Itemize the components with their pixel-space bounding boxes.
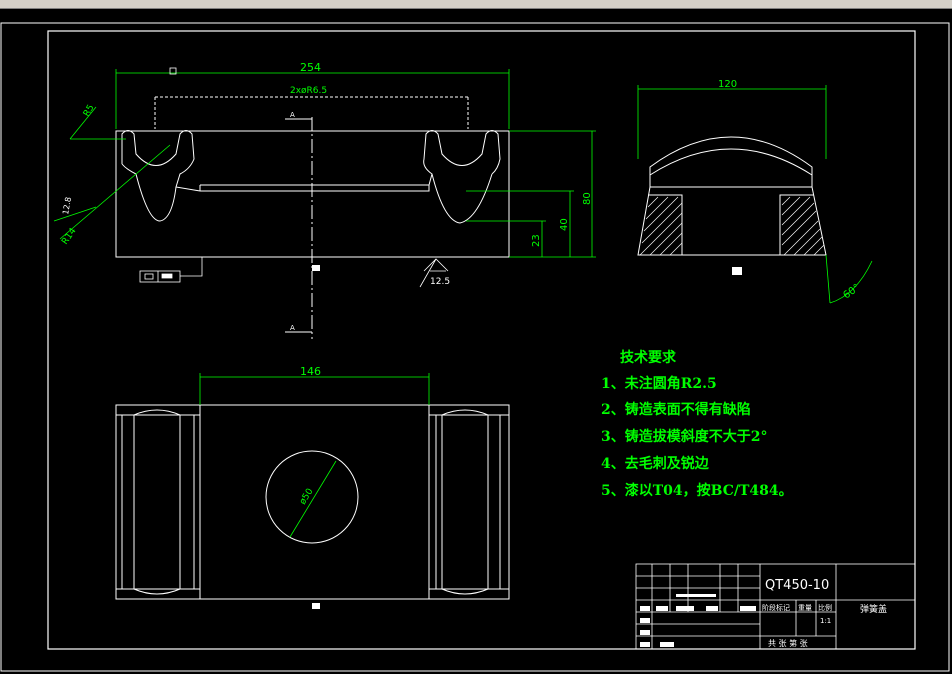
dim-overall-width: 254 [300, 61, 321, 74]
inner-frame [47, 30, 916, 650]
dim-fillet: R5 [82, 103, 97, 118]
view-label-side [732, 267, 742, 275]
front-view: A A [115, 96, 510, 339]
tech-req-item-1: 1、未注圆角R2.5 [601, 375, 717, 392]
tech-req-item-2: 2、铸造表面不得有缺陷 [601, 401, 751, 418]
dim-side-angle: 60° [841, 282, 862, 301]
title-block-fills [640, 594, 756, 647]
tech-req-title: 技术要求 [620, 349, 677, 366]
title-weight-label: 重量 [798, 604, 812, 612]
side-view [637, 136, 827, 256]
dim-height-mid: 40 [559, 218, 570, 231]
side-view-hatching [639, 196, 825, 256]
dim-chamfer-b: R14 [60, 226, 79, 246]
datum-feature-frame [139, 257, 203, 283]
title-part-name: 弹簧盖 [860, 603, 887, 615]
window-toolbar-strip [0, 0, 952, 9]
title-scale-value: 1:1 [820, 617, 831, 625]
dim-chamfer-a: 12.8 [61, 196, 73, 215]
dim-height-low: 23 [531, 234, 542, 247]
title-sheets: 共 张 第 张 [768, 638, 808, 648]
svg-text:A: A [290, 324, 295, 332]
dim-slot-spacing: 2xøR6.5 [290, 86, 327, 96]
view-label-top [312, 603, 320, 609]
title-scale-label: 比例 [818, 603, 832, 612]
view-label-front [312, 265, 320, 271]
tech-req-item-3: 3、铸造拔模斜度不大于2° [601, 428, 767, 445]
top-view [115, 404, 510, 600]
roughness-value: 12.5 [430, 277, 450, 287]
dim-hole: ø50 [298, 487, 316, 507]
outer-frame [0, 22, 950, 672]
cad-drawing-canvas[interactable]: A A 254 2xøR6.5 R5 12.8 R14 80 40 23 12.… [0, 9, 952, 674]
title-material: QT450-10 [765, 578, 829, 593]
dim-side-width: 120 [718, 79, 737, 90]
title-stage-label: 阶段标记 [762, 603, 790, 612]
svg-text:A: A [290, 111, 295, 119]
dim-top-width: 146 [300, 365, 321, 378]
dim-height-total: 80 [582, 192, 593, 205]
tech-req-item-5: 5、漆以T04，按BC/T484。 [601, 482, 793, 499]
side-view-dimensions [637, 85, 873, 304]
tech-req-item-4: 4、去毛刺及锐边 [601, 455, 710, 472]
